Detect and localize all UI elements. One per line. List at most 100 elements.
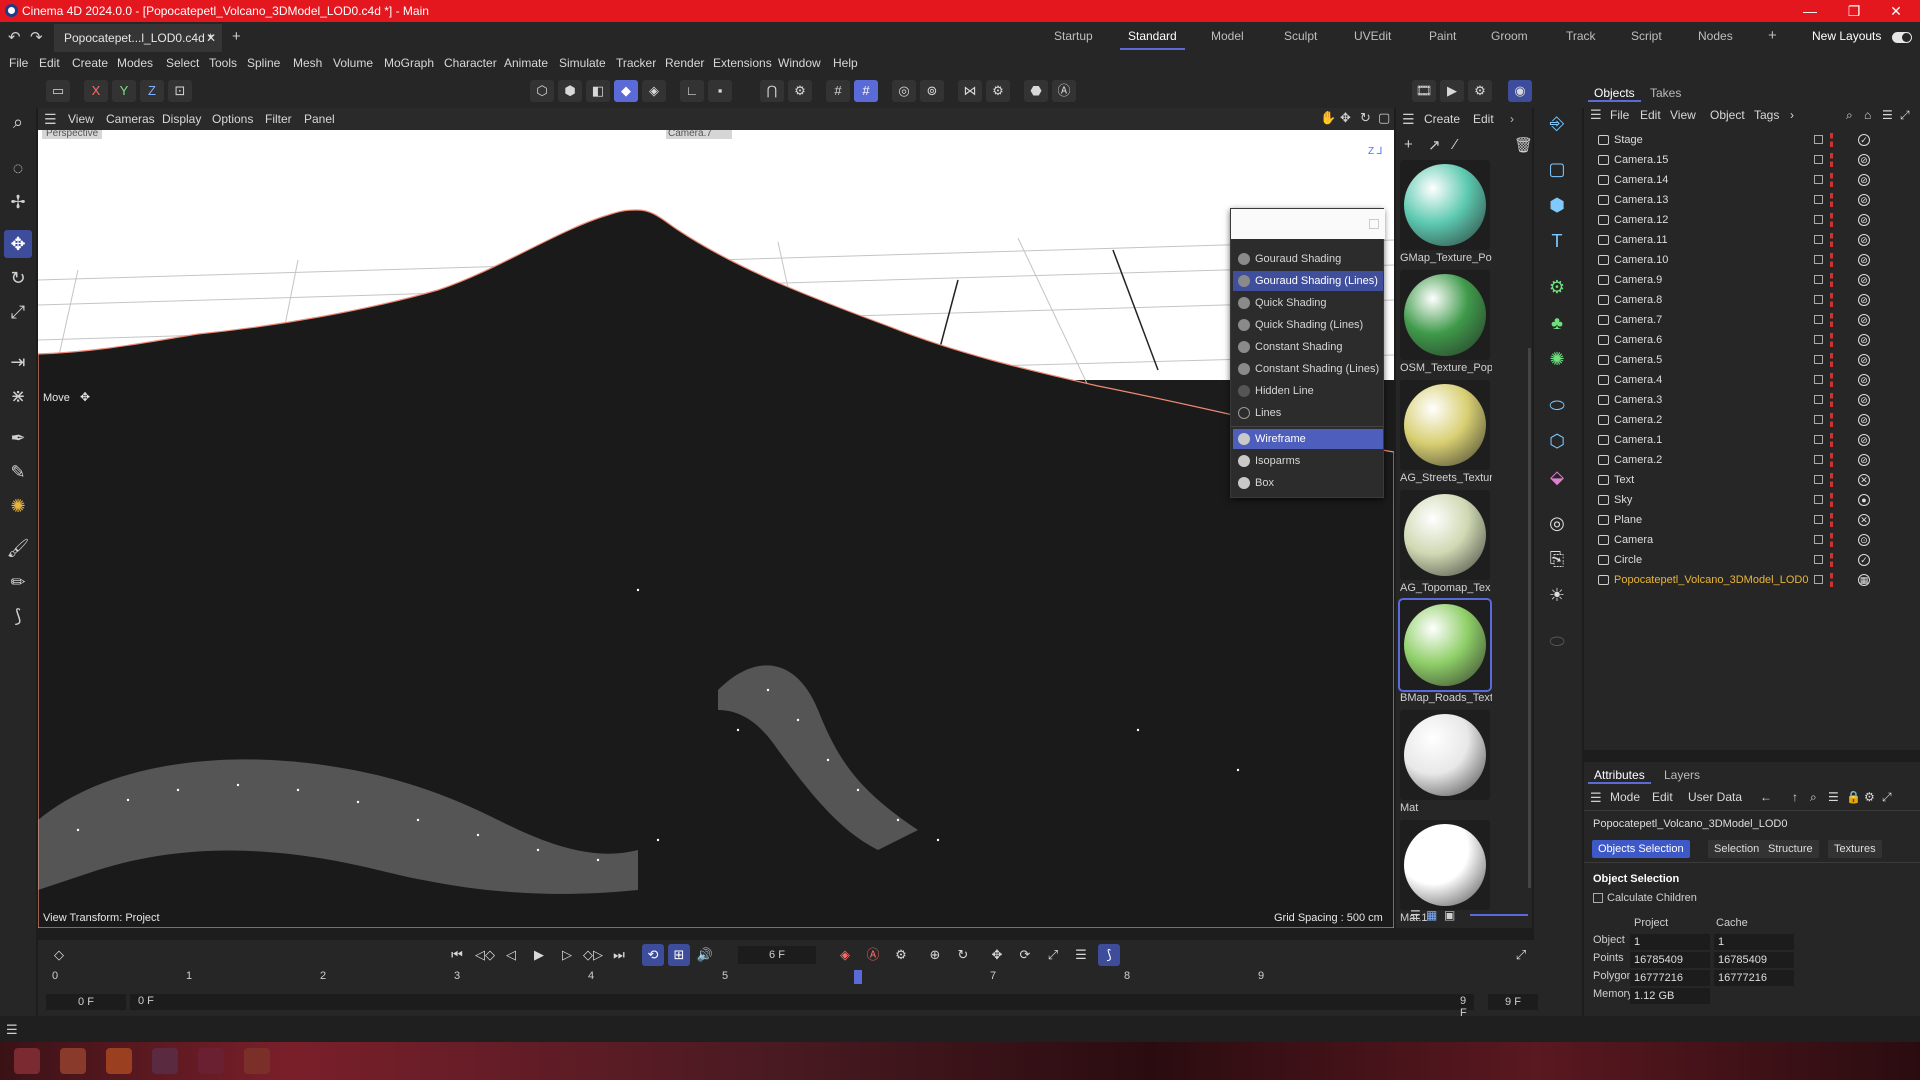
menu-animate[interactable]: Animate xyxy=(504,56,548,70)
menu-select[interactable]: Select xyxy=(166,56,199,70)
record-active-objects-icon[interactable]: ◈ xyxy=(834,944,856,966)
search-icon[interactable]: ⌕ xyxy=(4,108,32,136)
visibility-dots[interactable] xyxy=(1830,213,1833,227)
add-material-icon[interactable]: + xyxy=(1404,136,1413,153)
object-tag-icon[interactable]: ✓ xyxy=(1858,134,1870,146)
filter-icon[interactable]: ☰ xyxy=(1828,790,1839,804)
object-row[interactable]: Camera.14 ⊘ xyxy=(1584,170,1920,190)
object-row[interactable]: Circle ✓ xyxy=(1584,550,1920,570)
material-thumbnail[interactable]: Mat xyxy=(1400,710,1490,814)
coordinate-system-icon[interactable]: ⊡ xyxy=(168,80,192,102)
viewport-label-camera[interactable]: Camera.7 xyxy=(666,130,732,139)
shading-quick-lines[interactable]: Quick Shading (Lines) xyxy=(1233,315,1383,335)
scene-camera-icon[interactable]: ⎘ xyxy=(1542,544,1572,574)
distribution-icon[interactable]: ⋇ xyxy=(4,382,32,410)
chevron-right-icon[interactable]: › xyxy=(1510,112,1514,126)
object-row[interactable]: Camera.10 ⊘ xyxy=(1584,250,1920,270)
up-arrow-icon[interactable]: ↑ xyxy=(1792,790,1798,804)
object-menu-object[interactable]: Object xyxy=(1710,108,1745,122)
chevron-right-icon[interactable]: › xyxy=(1790,108,1794,122)
object-row[interactable]: Camera.2 ⊘ xyxy=(1584,410,1920,430)
add-layout-button[interactable]: + xyxy=(1768,27,1777,44)
layer-checkbox[interactable] xyxy=(1814,315,1823,324)
tab-layers[interactable]: Layers xyxy=(1664,768,1700,782)
keyframe-diamond-icon[interactable]: ◇ xyxy=(48,944,70,966)
render-to-picture-viewer-icon[interactable]: ▶ xyxy=(1440,80,1464,102)
solo-icon[interactable]: ▪ xyxy=(708,80,732,102)
object-menu-edit[interactable]: Edit xyxy=(1640,108,1661,122)
symmetry-icon[interactable]: ⋈ xyxy=(958,80,982,102)
close-tab-icon[interactable]: ✕ xyxy=(206,31,216,45)
tab-attributes[interactable]: Attributes xyxy=(1588,768,1651,784)
viewport-menu-filter[interactable]: Filter xyxy=(265,112,292,126)
grid-view-icon[interactable]: ▦ xyxy=(1426,908,1437,922)
object-row[interactable]: Sky ● xyxy=(1584,490,1920,510)
layout-tab-script[interactable]: Script xyxy=(1631,29,1662,43)
rotation-key-icon[interactable]: ↻ xyxy=(952,944,974,966)
layer-checkbox[interactable] xyxy=(1814,555,1823,564)
objects-selection-button[interactable]: Objects Selection xyxy=(1592,840,1690,858)
pin-menu-icon[interactable] xyxy=(1369,219,1379,229)
object-tag-icon[interactable]: ⊘ xyxy=(1858,294,1870,306)
selection-tools-icon[interactable]: ✢ xyxy=(4,188,32,216)
shading-isoparms[interactable]: Isoparms xyxy=(1233,451,1383,471)
object-tag-icon[interactable]: ⊘ xyxy=(1858,234,1870,246)
visibility-dots[interactable] xyxy=(1830,273,1833,287)
menu-mesh[interactable]: Mesh xyxy=(293,56,322,70)
layer-checkbox[interactable] xyxy=(1814,175,1823,184)
spline-tools-icon[interactable]: ✺ xyxy=(4,492,32,520)
points-mode-icon[interactable]: ⬡ xyxy=(530,80,554,102)
layer-checkbox[interactable] xyxy=(1814,435,1823,444)
scale-tool-icon[interactable]: ⤢ xyxy=(4,298,32,326)
previous-key-icon[interactable]: ◁◇ xyxy=(474,944,496,966)
layer-checkbox[interactable] xyxy=(1814,575,1823,584)
material-scrollbar[interactable] xyxy=(1528,348,1531,888)
material-thumbnail[interactable]: OSM_Texture_Pop xyxy=(1400,270,1492,374)
object-menu-file[interactable]: File xyxy=(1610,108,1629,122)
rotate-tool-icon[interactable]: ↻ xyxy=(4,264,32,292)
material-menu-create[interactable]: Create xyxy=(1424,112,1460,126)
layer-checkbox[interactable] xyxy=(1814,255,1823,264)
object-tag-icon[interactable]: ✓ xyxy=(1858,554,1870,566)
pan-view-icon[interactable]: ✋ xyxy=(1320,110,1336,126)
attribute-menu-icon[interactable]: ☰ xyxy=(1590,790,1602,806)
object-menu-view[interactable]: View xyxy=(1670,108,1696,122)
render-active-view-icon[interactable]: 🎞 xyxy=(1412,80,1436,102)
textures-button[interactable]: Textures xyxy=(1828,840,1882,858)
object-row[interactable]: Camera.12 ⊘ xyxy=(1584,210,1920,230)
point-level-animation-icon[interactable]: ⟆ xyxy=(1098,944,1120,966)
symmetry-settings-icon[interactable]: ⚙ xyxy=(986,80,1010,102)
object-row[interactable]: Plane ✕ xyxy=(1584,510,1920,530)
auto-keying-icon[interactable]: Ⓐ xyxy=(1052,80,1076,102)
axis-z-button[interactable]: Z xyxy=(140,80,164,102)
new-window-icon[interactable]: ⤢ xyxy=(1882,790,1892,805)
layout-tab-nodes[interactable]: Nodes xyxy=(1698,29,1733,43)
playhead[interactable] xyxy=(854,970,862,984)
taskbar-app-icon[interactable] xyxy=(152,1048,178,1074)
object-row[interactable]: Text ✕ xyxy=(1584,470,1920,490)
text-object-icon[interactable]: T xyxy=(1542,226,1572,256)
status-menu-icon[interactable]: ☰ xyxy=(6,1022,18,1038)
layer-checkbox[interactable] xyxy=(1814,515,1823,524)
visibility-dots[interactable] xyxy=(1830,553,1833,567)
eyedropper-icon[interactable]: ⁄ xyxy=(1454,136,1457,153)
lock-icon[interactable]: 🔒 xyxy=(1846,790,1861,804)
visibility-dots[interactable] xyxy=(1830,193,1833,207)
list-view-icon[interactable]: ☰ xyxy=(1410,908,1421,922)
menu-create[interactable]: Create xyxy=(72,56,108,70)
model-mode-icon[interactable]: ◆ xyxy=(614,80,638,102)
layer-checkbox[interactable] xyxy=(1814,495,1823,504)
settings-icon[interactable]: ⚙ xyxy=(1864,790,1875,804)
redo-icon[interactable]: ↷ xyxy=(30,28,43,46)
axis-x-button[interactable]: X xyxy=(84,80,108,102)
object-row[interactable]: Camera.1 ⊘ xyxy=(1584,430,1920,450)
object-tag-icon[interactable]: ⊘ xyxy=(1858,194,1870,206)
move-tool-icon[interactable]: ✥ xyxy=(4,230,32,258)
menu-extensions[interactable]: Extensions xyxy=(713,56,772,70)
render-settings-icon[interactable]: ⚙ xyxy=(1468,80,1492,102)
current-frame-field[interactable]: 6 F xyxy=(738,946,816,964)
layout-tab-track[interactable]: Track xyxy=(1566,29,1596,43)
object-tag-icon[interactable]: ⊘ xyxy=(1858,314,1870,326)
object-tag-icon[interactable]: ▦ xyxy=(1858,574,1870,586)
menu-help[interactable]: Help xyxy=(833,56,858,70)
